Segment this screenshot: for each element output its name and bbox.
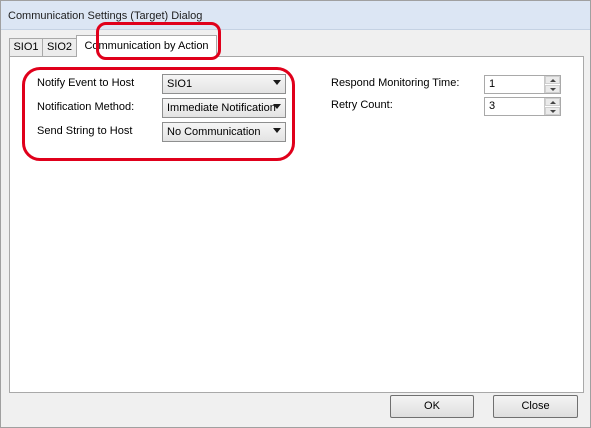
retry-count-value: 3 bbox=[489, 100, 496, 112]
title-bar[interactable]: Communication Settings (Target) Dialog bbox=[1, 1, 590, 30]
spin-down-icon[interactable] bbox=[545, 107, 560, 115]
tab-communication-by-action[interactable]: Communication by Action bbox=[76, 35, 217, 57]
dialog-window: Communication Settings (Target) Dialog S… bbox=[0, 0, 591, 428]
chevron-down-icon bbox=[273, 128, 281, 133]
chevron-down-icon bbox=[273, 104, 281, 109]
close-button[interactable]: Close bbox=[493, 395, 578, 418]
notification-method-label: Notification Method: bbox=[37, 101, 135, 113]
tab-sio1[interactable]: SIO1 bbox=[9, 38, 43, 56]
respond-time-spin-buttons bbox=[544, 76, 560, 93]
notify-event-label: Notify Event to Host bbox=[37, 77, 135, 89]
spin-up-icon[interactable] bbox=[545, 76, 560, 84]
retry-count-stepper[interactable]: 3 bbox=[484, 97, 561, 116]
notification-method-combo[interactable]: Immediate Notification bbox=[162, 98, 286, 118]
send-string-value: No Communication bbox=[167, 126, 261, 138]
notify-event-value: SIO1 bbox=[167, 78, 193, 90]
send-string-label: Send String to Host bbox=[37, 125, 133, 137]
retry-count-label: Retry Count: bbox=[331, 99, 393, 111]
send-string-combo[interactable]: No Communication bbox=[162, 122, 286, 142]
tab-panel: Notify Event to Host SIO1 Notification M… bbox=[9, 56, 584, 393]
spin-up-icon[interactable] bbox=[545, 98, 560, 106]
respond-time-label: Respond Monitoring Time: bbox=[331, 77, 460, 89]
window-title: Communication Settings (Target) Dialog bbox=[8, 10, 203, 22]
chevron-down-icon bbox=[273, 80, 281, 85]
ok-button[interactable]: OK bbox=[390, 395, 474, 418]
tab-sio2[interactable]: SIO2 bbox=[42, 38, 77, 56]
respond-time-value: 1 bbox=[489, 78, 496, 90]
respond-time-stepper[interactable]: 1 bbox=[484, 75, 561, 94]
notify-event-combo[interactable]: SIO1 bbox=[162, 74, 286, 94]
spin-down-icon[interactable] bbox=[545, 85, 560, 93]
notification-method-value: Immediate Notification bbox=[167, 102, 276, 114]
retry-count-spin-buttons bbox=[544, 98, 560, 115]
